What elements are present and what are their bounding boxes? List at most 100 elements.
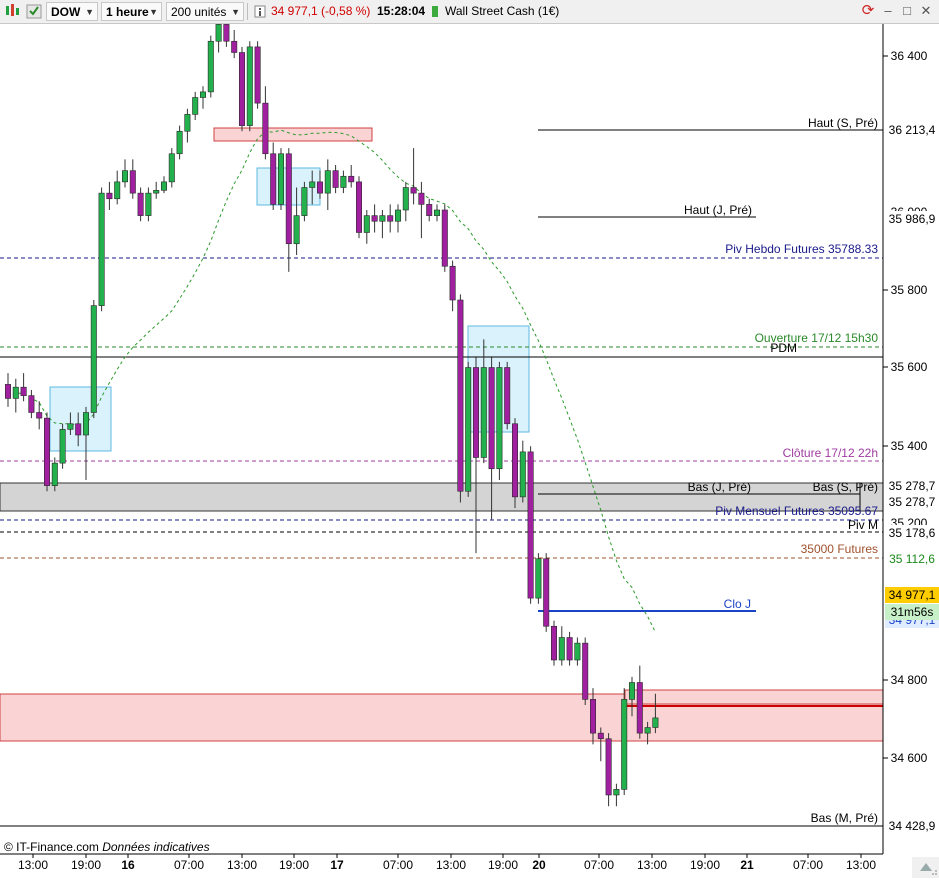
level-label: Bas (M, Pré) (811, 811, 878, 825)
candle-body (535, 558, 542, 599)
timeframe-selector[interactable]: 1 heure ▼ (101, 2, 162, 21)
price-tick-label: 35 600 (891, 360, 928, 374)
price-tick-label: 34 800 (891, 673, 928, 687)
candle-body (582, 642, 589, 700)
candle-body (558, 637, 565, 661)
candle-body (254, 46, 261, 104)
time-tick-label: 17 (330, 858, 344, 872)
candle-body (12, 386, 19, 399)
app-icon (4, 2, 20, 21)
current-price-tag-text: 34 977,1 (889, 588, 936, 602)
candle-body (270, 153, 277, 205)
candle-body (5, 384, 12, 399)
candle-body (496, 367, 503, 470)
candle-body (589, 699, 596, 734)
candle-body (472, 367, 479, 458)
candle-body (488, 367, 495, 470)
time-tick-label: 07:00 (174, 858, 204, 872)
candle-body (457, 299, 464, 492)
time-tick-label: 07:00 (383, 858, 413, 872)
candle-body (122, 170, 129, 183)
candle-body (106, 192, 113, 200)
favorite-icon[interactable] (26, 2, 42, 21)
time-tick-label: 20 (532, 858, 546, 872)
candle-body (426, 204, 433, 216)
candle-body (285, 153, 292, 245)
candle-body (348, 175, 355, 183)
info-icon[interactable] (254, 2, 266, 21)
candle-body (379, 215, 386, 222)
candle-body (550, 625, 557, 661)
level-label: Clôture 17/12 22h (783, 446, 878, 460)
candle-body (168, 153, 175, 183)
candle-body (605, 738, 612, 796)
candle-body (114, 181, 121, 200)
time-tick-label: 16 (121, 858, 135, 872)
candle-body (176, 130, 183, 155)
candle-body (449, 265, 456, 301)
units-label: 200 unités (171, 5, 227, 19)
candle-body (262, 102, 269, 155)
units-selector[interactable]: 200 unités ▼ (166, 2, 244, 21)
level-price-tag-text: 35 112,6 (889, 552, 935, 566)
level-label: Bas (S, Pré) (813, 480, 878, 494)
candle-body (231, 40, 238, 53)
refresh-icon[interactable]: ⟳ (860, 3, 876, 19)
maximize-icon[interactable]: □ (899, 3, 915, 19)
time-tick-label: 13:00 (18, 858, 48, 872)
level-label: Haut (J, Pré) (684, 203, 752, 217)
candle-body (644, 727, 651, 734)
level-label: Clo J (724, 597, 751, 611)
candle-body (465, 367, 472, 492)
instrument-name: Wall Street Cash (1€) (445, 4, 560, 18)
candle-body (574, 642, 581, 661)
highlight-box (49, 386, 112, 452)
level-label: Haut (S, Pré) (808, 116, 878, 130)
time-tick-label: 07:00 (793, 858, 823, 872)
price-tick-label: 36 400 (891, 49, 928, 63)
candle-body (90, 305, 97, 413)
level-price-tag-text: 35 278,7 (889, 495, 936, 509)
close-icon[interactable]: ✕ (918, 3, 934, 19)
candle-body (67, 423, 74, 430)
candle-timer-tag-text: 31m56s (891, 605, 934, 619)
candle-body (75, 423, 82, 436)
level-price-tag-text: 35 178,6 (889, 526, 936, 540)
candle-body (511, 423, 518, 498)
symbol-selector[interactable]: DOW ▼ (46, 2, 98, 21)
time-tick-label: 21 (740, 858, 754, 872)
level-price-tag-text: 36 213,4 (889, 123, 936, 137)
candle-body (621, 699, 628, 790)
candle-body (519, 451, 526, 498)
price-chart[interactable]: 36 40035 80035 60035 40034 80034 60036 0… (0, 24, 939, 878)
candle-body (246, 46, 253, 126)
candle-body (192, 97, 199, 115)
horizontal-scroll-handle[interactable] (912, 857, 939, 878)
candle-body (239, 52, 246, 126)
candle-body (340, 175, 347, 188)
candle-body (410, 187, 417, 194)
demand-zone-upper (624, 689, 884, 705)
candle-body (433, 209, 440, 216)
time-tick-label: 19:00 (71, 858, 101, 872)
candle-body (184, 114, 191, 132)
candle-body (636, 682, 643, 734)
candle-body (20, 386, 27, 396)
candle-body (277, 153, 284, 205)
candle-body (613, 789, 620, 796)
chevron-down-icon: ▼ (149, 7, 158, 17)
candle-body (480, 367, 487, 458)
candle-body (137, 192, 144, 216)
minimize-icon[interactable]: ‒ (880, 3, 896, 19)
candle-body (597, 732, 604, 740)
candle-body (153, 190, 160, 194)
price-tick-label: 35 400 (891, 439, 928, 453)
candle-body (628, 682, 635, 700)
candle-body (215, 24, 222, 42)
candle-body (652, 717, 659, 728)
candle-body (293, 215, 300, 245)
candle-body (51, 462, 58, 486)
level-price-tag-text: 35 278,7 (889, 479, 936, 493)
candle-body (371, 215, 378, 222)
level-label: PDM (770, 341, 797, 355)
